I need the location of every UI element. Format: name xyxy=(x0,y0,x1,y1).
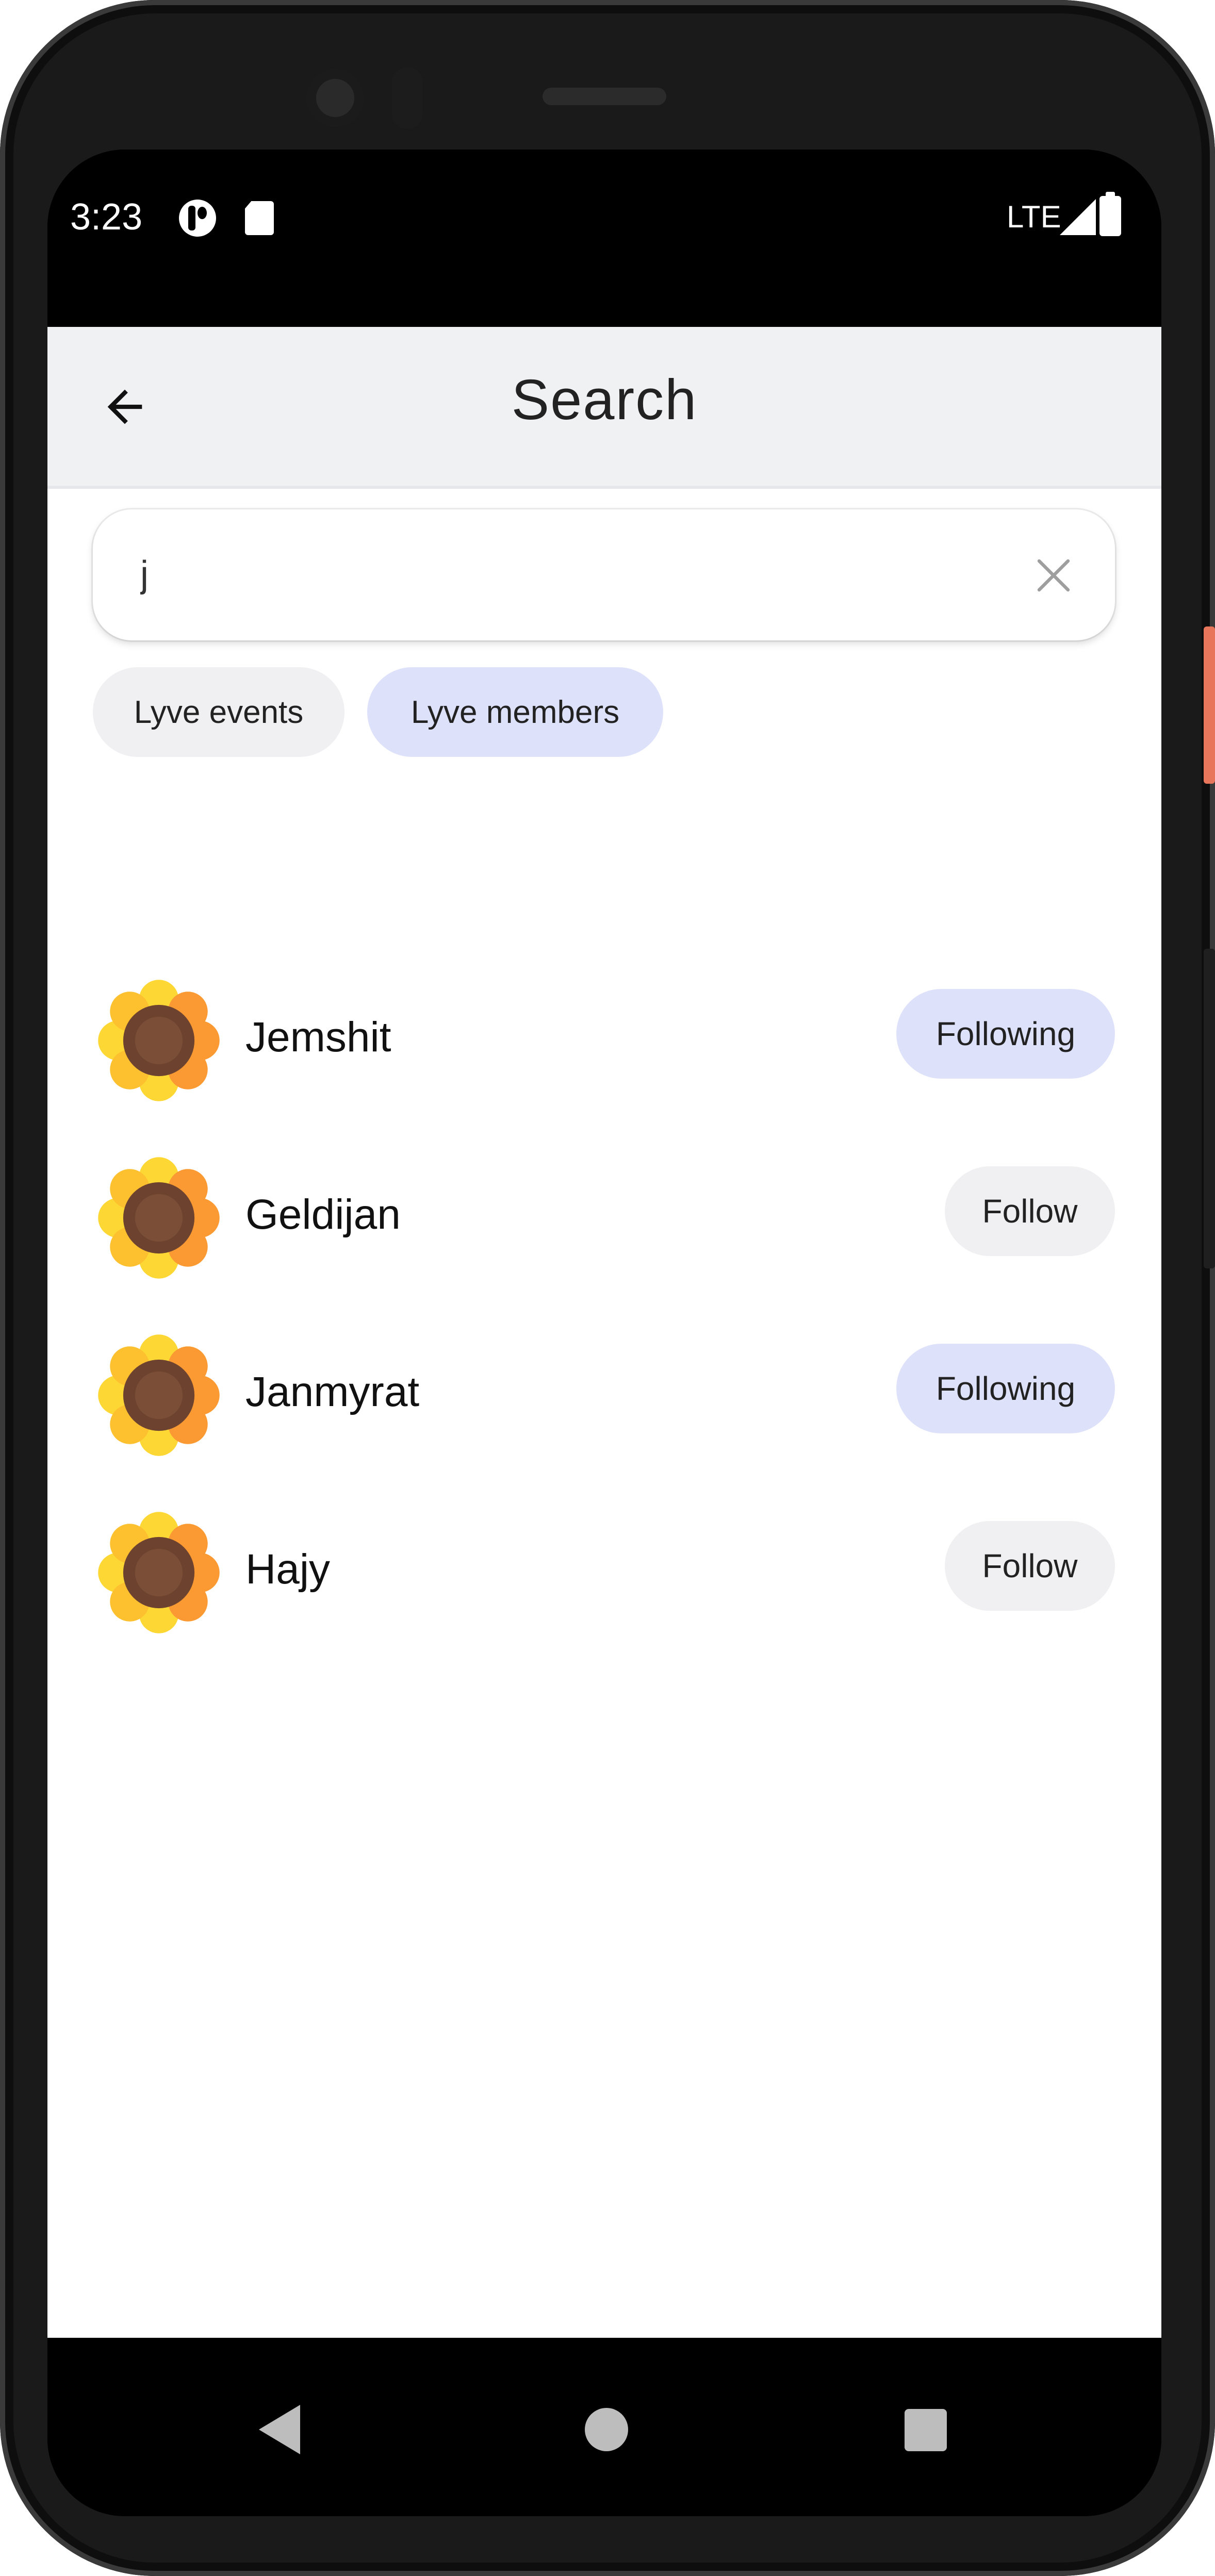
nav-home-icon[interactable] xyxy=(585,2408,628,2451)
search-screen: Search Lyve events Lyve members xyxy=(47,327,1161,2338)
navigation-bar xyxy=(47,2338,1161,2516)
sd-card-icon xyxy=(245,201,274,235)
screen: 3:23 LTE Search Lyve events Lyve members xyxy=(47,150,1161,2516)
member-name: Jemshit xyxy=(245,1014,391,1061)
proximity-sensor xyxy=(392,67,423,129)
signal-icon xyxy=(1060,199,1096,235)
status-bar: 3:23 LTE xyxy=(47,150,1161,327)
app-bar: Search xyxy=(47,327,1161,489)
filter-chip-events[interactable]: Lyve events xyxy=(93,667,344,757)
network-type: LTE xyxy=(1007,200,1061,234)
page-title: Search xyxy=(511,368,698,432)
volume-button xyxy=(1204,949,1215,1268)
power-button xyxy=(1204,626,1215,784)
battery-icon xyxy=(1099,192,1121,236)
nav-recents-icon[interactable] xyxy=(905,2409,947,2451)
member-name: Hajy xyxy=(245,1546,331,1593)
sunflower-icon xyxy=(98,980,220,1101)
member-name: Geldijan xyxy=(245,1191,401,1238)
front-camera xyxy=(307,70,364,126)
search-bar xyxy=(93,509,1115,640)
search-input[interactable] xyxy=(139,540,966,608)
sunflower-icon xyxy=(98,1157,220,1279)
nav-back-icon[interactable] xyxy=(259,2405,300,2454)
member-row[interactable]: Geldijan Follow xyxy=(93,1142,1115,1296)
app-notification-icon xyxy=(179,200,216,237)
sunflower-icon xyxy=(98,1512,220,1633)
following-button[interactable]: Following xyxy=(896,989,1115,1079)
following-button[interactable]: Following xyxy=(896,1344,1115,1433)
member-row[interactable]: Hajy Follow xyxy=(93,1496,1115,1651)
filter-chip-members[interactable]: Lyve members xyxy=(367,667,663,757)
earpiece-speaker xyxy=(543,88,666,105)
clear-search-button[interactable] xyxy=(1029,551,1078,600)
member-row[interactable]: Janmyrat Following xyxy=(93,1319,1115,1474)
member-row[interactable]: Jemshit Following xyxy=(93,964,1115,1119)
follow-button[interactable]: Follow xyxy=(945,1166,1115,1256)
member-name: Janmyrat xyxy=(245,1368,420,1415)
follow-button[interactable]: Follow xyxy=(945,1521,1115,1611)
status-time: 3:23 xyxy=(70,196,143,238)
close-icon xyxy=(1037,559,1070,592)
sunflower-icon xyxy=(98,1334,220,1456)
